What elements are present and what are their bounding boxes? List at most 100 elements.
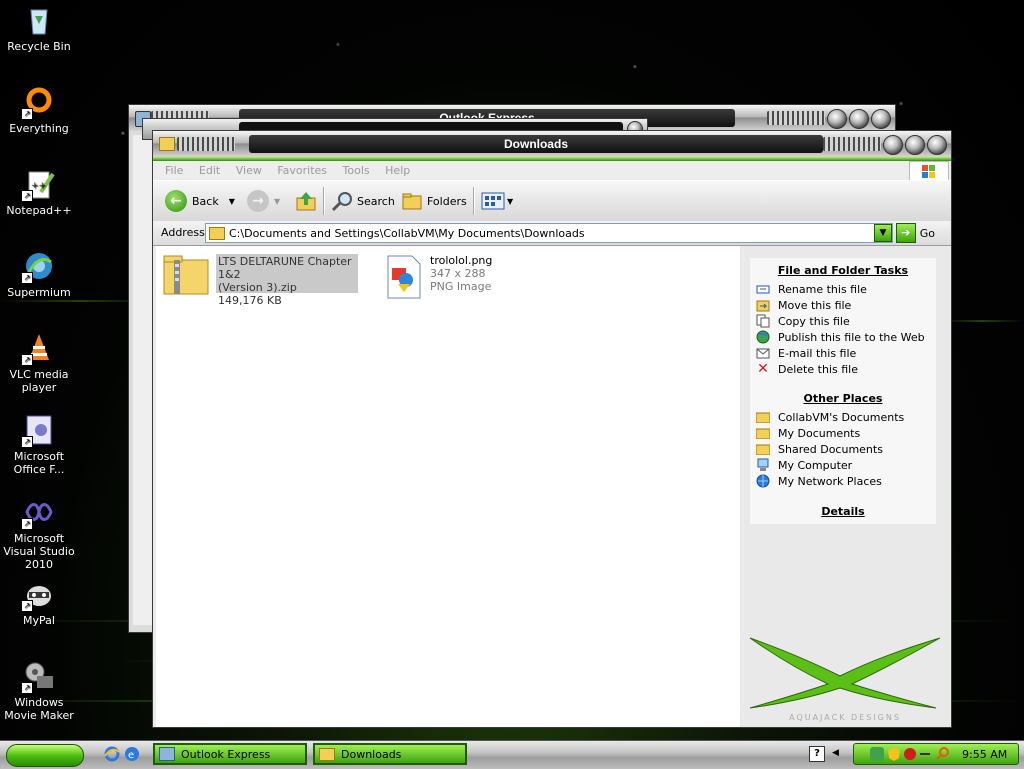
desktop-icon-vlc[interactable]: ↗ VLC media player bbox=[0, 332, 78, 394]
zip-folder-icon bbox=[163, 255, 209, 295]
file-item-zip[interactable]: LTS DELTARUNE Chapter 1&2 (Version 3).zi… bbox=[162, 254, 358, 307]
taskbar-downloads[interactable]: Downloads bbox=[313, 743, 467, 765]
maximize-orb-icon[interactable] bbox=[849, 109, 869, 129]
task-move-file[interactable]: Move this file bbox=[750, 297, 936, 313]
menu-edit[interactable]: Edit bbox=[199, 164, 220, 177]
search-button[interactable]: Search bbox=[331, 189, 395, 213]
menu-help[interactable]: Help bbox=[385, 164, 410, 177]
file-name-continued: (Version 3).zip bbox=[218, 281, 297, 294]
shortcut-arrow-icon: ↗ bbox=[21, 272, 33, 284]
image-dimensions: 347 x 288 bbox=[430, 267, 486, 280]
details-header[interactable]: Details bbox=[750, 505, 936, 518]
close-orb-icon[interactable] bbox=[871, 109, 891, 129]
desktop: Recycle Bin ↗ Everything ++ ↗ Notepad++ … bbox=[0, 0, 1024, 740]
file-list-area[interactable]: LTS DELTARUNE Chapter 1&2 (Version 3).zi… bbox=[156, 246, 740, 727]
desktop-icon-supermium[interactable]: ↗ Supermium bbox=[0, 250, 78, 299]
address-field[interactable]: C:\Documents and Settings\CollabVM\My Do… bbox=[205, 223, 893, 243]
browser-quicklaunch-icon[interactable]: e bbox=[124, 746, 140, 765]
tray-expand-icon[interactable]: ◀ bbox=[832, 748, 839, 758]
help-question-icon[interactable]: ? bbox=[809, 746, 825, 762]
shortcut-arrow-icon: ↗ bbox=[21, 436, 33, 448]
desktop-icon-visual-studio[interactable]: ↗ Microsoft Visual Studio 2010 bbox=[0, 496, 78, 571]
minimize-orb-icon[interactable] bbox=[827, 109, 847, 129]
task-email-file[interactable]: E-mail this file bbox=[750, 345, 936, 361]
maximize-orb-icon[interactable] bbox=[905, 135, 925, 155]
views-button[interactable]: ▼ bbox=[481, 189, 513, 213]
start-button[interactable] bbox=[6, 744, 84, 767]
titlebar-vents bbox=[823, 137, 881, 151]
task-label: Publish this file to the Web bbox=[778, 330, 925, 344]
task-delete-file[interactable]: ✕ Delete this file bbox=[750, 361, 936, 377]
file-item-png[interactable]: trololol.png 347 x 288 PNG Image bbox=[384, 254, 492, 300]
desktop-icon-movie-maker[interactable]: ↗ Windows Movie Maker bbox=[0, 660, 78, 722]
svg-text:e: e bbox=[128, 750, 134, 761]
delete-x-icon: ✕ bbox=[757, 361, 769, 377]
place-my-documents[interactable]: My Documents bbox=[750, 425, 936, 441]
place-shared-documents[interactable]: Shared Documents bbox=[750, 441, 936, 457]
go-button[interactable]: ➔ Go bbox=[895, 223, 935, 243]
standard-toolbar: ← Back ▼ → ▼ Search Folders ▼ bbox=[153, 180, 951, 222]
menu-favorites[interactable]: Favorites bbox=[277, 164, 327, 177]
back-button[interactable]: ← Back ▼ bbox=[165, 189, 235, 213]
alert-tray-icon[interactable] bbox=[904, 748, 916, 760]
file-size: 149,176 KB bbox=[218, 294, 282, 307]
folders-label: Folders bbox=[427, 194, 467, 208]
task-copy-file[interactable]: Copy this file bbox=[750, 313, 936, 329]
place-my-network-places[interactable]: My Network Places bbox=[750, 473, 936, 489]
go-label: Go bbox=[919, 226, 935, 240]
desktop-icon-notepad-plus-plus[interactable]: ++ ↗ Notepad++ bbox=[0, 168, 78, 217]
forward-button[interactable]: → ▼ bbox=[247, 189, 280, 213]
downloads-explorer-window[interactable]: Downloads File Edit View Favorites Tools… bbox=[152, 130, 952, 728]
taskbar-outlook-express[interactable]: Outlook Express bbox=[153, 743, 307, 765]
menu-file[interactable]: File bbox=[165, 164, 183, 177]
everything-search-icon: ↗ bbox=[21, 86, 55, 120]
internet-explorer-quicklaunch-icon[interactable] bbox=[104, 746, 120, 765]
downloads-titlebar[interactable]: Downloads bbox=[153, 131, 951, 157]
svg-text:++: ++ bbox=[31, 181, 46, 191]
taskbar-task-label: Outlook Express bbox=[181, 747, 271, 761]
up-folder-button[interactable] bbox=[295, 189, 317, 213]
folder-icon bbox=[756, 426, 770, 440]
aquajack-xbox-logo: AQUAJACK DESIGNS bbox=[740, 626, 950, 727]
volume-tray-icon[interactable] bbox=[920, 753, 930, 755]
clock[interactable]: 9:55 AM bbox=[962, 748, 1007, 761]
task-rename-file[interactable]: Rename this file bbox=[750, 281, 936, 297]
address-bar: Address C:\Documents and Settings\Collab… bbox=[153, 221, 951, 246]
back-dropdown-icon[interactable]: ▼ bbox=[229, 197, 235, 206]
network-tray-icon[interactable] bbox=[870, 747, 884, 761]
desktop-icon-mypal[interactable]: ↗ MyPal bbox=[0, 578, 78, 627]
folder-icon bbox=[756, 410, 770, 424]
taskbar-task-label: Downloads bbox=[341, 747, 402, 761]
minimize-orb-icon[interactable] bbox=[883, 135, 903, 155]
views-icon bbox=[481, 192, 505, 210]
desktop-icon-everything[interactable]: ↗ Everything bbox=[0, 86, 78, 135]
shortcut-arrow-icon: ↗ bbox=[21, 354, 33, 366]
shortcut-arrow-icon: ↗ bbox=[21, 518, 33, 530]
security-shield-icon[interactable] bbox=[888, 747, 900, 761]
supermium-browser-icon: ↗ bbox=[21, 250, 55, 284]
menu-bar: File Edit View Favorites Tools Help bbox=[153, 161, 951, 183]
close-orb-icon[interactable] bbox=[927, 135, 947, 155]
address-path: C:\Documents and Settings\CollabVM\My Do… bbox=[229, 226, 585, 240]
other-places-header[interactable]: Other Places bbox=[750, 392, 936, 405]
desktop-icon-recycle-bin[interactable]: Recycle Bin bbox=[0, 4, 78, 53]
folders-button[interactable]: Folders bbox=[401, 189, 467, 213]
taskbar: e Outlook Express Downloads ? ◀ 9:55 AM bbox=[0, 740, 1024, 769]
outlook-icon bbox=[159, 747, 175, 761]
search-tray-icon[interactable] bbox=[936, 746, 950, 763]
rename-icon bbox=[756, 282, 770, 296]
place-collabvm-documents[interactable]: CollabVM's Documents bbox=[750, 409, 936, 425]
address-dropdown-icon[interactable]: ▼ bbox=[874, 224, 892, 242]
file-type: PNG Image bbox=[430, 280, 492, 293]
desktop-icon-microsoft-office[interactable]: ↗ Microsoft Office F... bbox=[0, 414, 78, 476]
menu-tools[interactable]: Tools bbox=[343, 164, 370, 177]
file-folder-tasks-header[interactable]: File and Folder Tasks bbox=[750, 264, 936, 277]
place-my-computer[interactable]: My Computer bbox=[750, 457, 936, 473]
task-publish-web[interactable]: Publish this file to the Web bbox=[750, 329, 936, 345]
globe-icon bbox=[756, 330, 770, 344]
task-label: Delete this file bbox=[778, 362, 858, 376]
forward-dropdown-icon: ▼ bbox=[274, 196, 281, 206]
desktop-icon-label: Supermium bbox=[7, 286, 71, 299]
menu-view[interactable]: View bbox=[236, 164, 262, 177]
toolbar-separator bbox=[473, 187, 475, 215]
